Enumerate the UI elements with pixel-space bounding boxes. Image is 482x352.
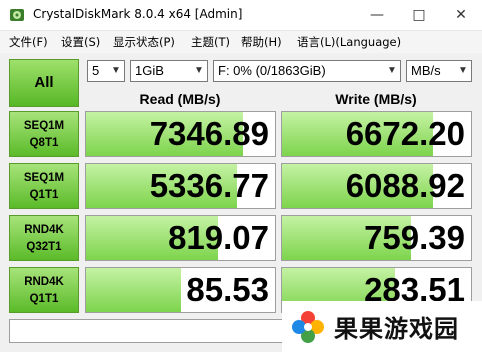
- chevron-down-icon: ▼: [458, 65, 468, 76]
- read-result: 85.53: [85, 267, 276, 313]
- test-name: RND4K: [24, 224, 64, 236]
- watermark-text: 果果游戏园: [334, 315, 459, 343]
- test-name: SEQ1M: [23, 172, 65, 184]
- test-button-rnd4k-q32t1[interactable]: RND4K Q32T1: [9, 215, 79, 261]
- test-button-seq1m-q1t1[interactable]: SEQ1M Q1T1: [9, 163, 79, 209]
- unit-select[interactable]: MB/s ▼: [406, 60, 472, 82]
- title-bar: CrystalDiskMark 8.0.4 x64 [Admin] — □ ✕: [0, 0, 482, 31]
- read-value: 5336.77: [149, 167, 269, 204]
- write-result: 6088.92: [281, 163, 472, 209]
- test-queue: Q8T1: [29, 137, 59, 149]
- read-value: 7346.89: [149, 115, 269, 152]
- chevron-down-icon: ▼: [111, 65, 121, 76]
- menu-language[interactable]: 语言(L)(Language): [297, 34, 401, 50]
- menu-help[interactable]: 帮助(H): [241, 34, 282, 50]
- read-result: 5336.77: [85, 163, 276, 209]
- maximize-button[interactable]: □: [398, 0, 440, 30]
- drive-select[interactable]: F: 0% (0/1863GiB) ▼: [213, 60, 401, 82]
- count-value: 5: [92, 63, 100, 78]
- close-button[interactable]: ✕: [440, 0, 482, 30]
- read-value: 819.07: [168, 219, 269, 256]
- minimize-button[interactable]: —: [356, 0, 398, 30]
- all-button[interactable]: All: [9, 59, 79, 107]
- read-value: 85.53: [186, 271, 269, 308]
- app-disk-icon: [10, 9, 24, 21]
- test-queue: Q1T1: [29, 189, 59, 201]
- menu-settings[interactable]: 设置(S): [61, 34, 100, 50]
- chevron-down-icon: ▼: [194, 65, 204, 76]
- size-select[interactable]: 1GiB ▼: [130, 60, 208, 82]
- watermark: 果果游戏园: [282, 301, 482, 352]
- menu-bar: 文件(F) 设置(S) 显示状态(P) 主题(T) 帮助(H) 语言(L)(La…: [0, 31, 482, 53]
- read-result: 819.07: [85, 215, 276, 261]
- read-result: 7346.89: [85, 111, 276, 157]
- menu-file[interactable]: 文件(F): [9, 34, 48, 50]
- flower-logo-icon: [292, 311, 324, 343]
- menu-theme[interactable]: 主题(T): [191, 34, 230, 50]
- write-value: 6672.20: [345, 115, 465, 152]
- drive-value: F: 0% (0/1863GiB): [218, 63, 326, 78]
- write-result: 759.39: [281, 215, 472, 261]
- test-name: SEQ1M: [23, 120, 65, 132]
- window-title: CrystalDiskMark 8.0.4 x64 [Admin]: [33, 7, 243, 21]
- write-header: Write (MB/s): [335, 91, 417, 107]
- menu-display[interactable]: 显示状态(P): [113, 34, 175, 50]
- test-name: RND4K: [24, 276, 64, 288]
- write-value: 6088.92: [345, 167, 465, 204]
- unit-value: MB/s: [411, 63, 441, 78]
- count-select[interactable]: 5 ▼: [87, 60, 125, 82]
- size-value: 1GiB: [135, 63, 164, 78]
- write-result: 6672.20: [281, 111, 472, 157]
- test-queue: Q1T1: [29, 293, 59, 305]
- write-value: 759.39: [364, 219, 465, 256]
- read-bar: [86, 268, 181, 312]
- chevron-down-icon: ▼: [387, 65, 397, 76]
- test-queue: Q32T1: [26, 241, 62, 253]
- test-button-rnd4k-q1t1[interactable]: RND4K Q1T1: [9, 267, 79, 313]
- test-button-seq1m-q8t1[interactable]: SEQ1M Q8T1: [9, 111, 79, 157]
- read-header: Read (MB/s): [139, 91, 221, 107]
